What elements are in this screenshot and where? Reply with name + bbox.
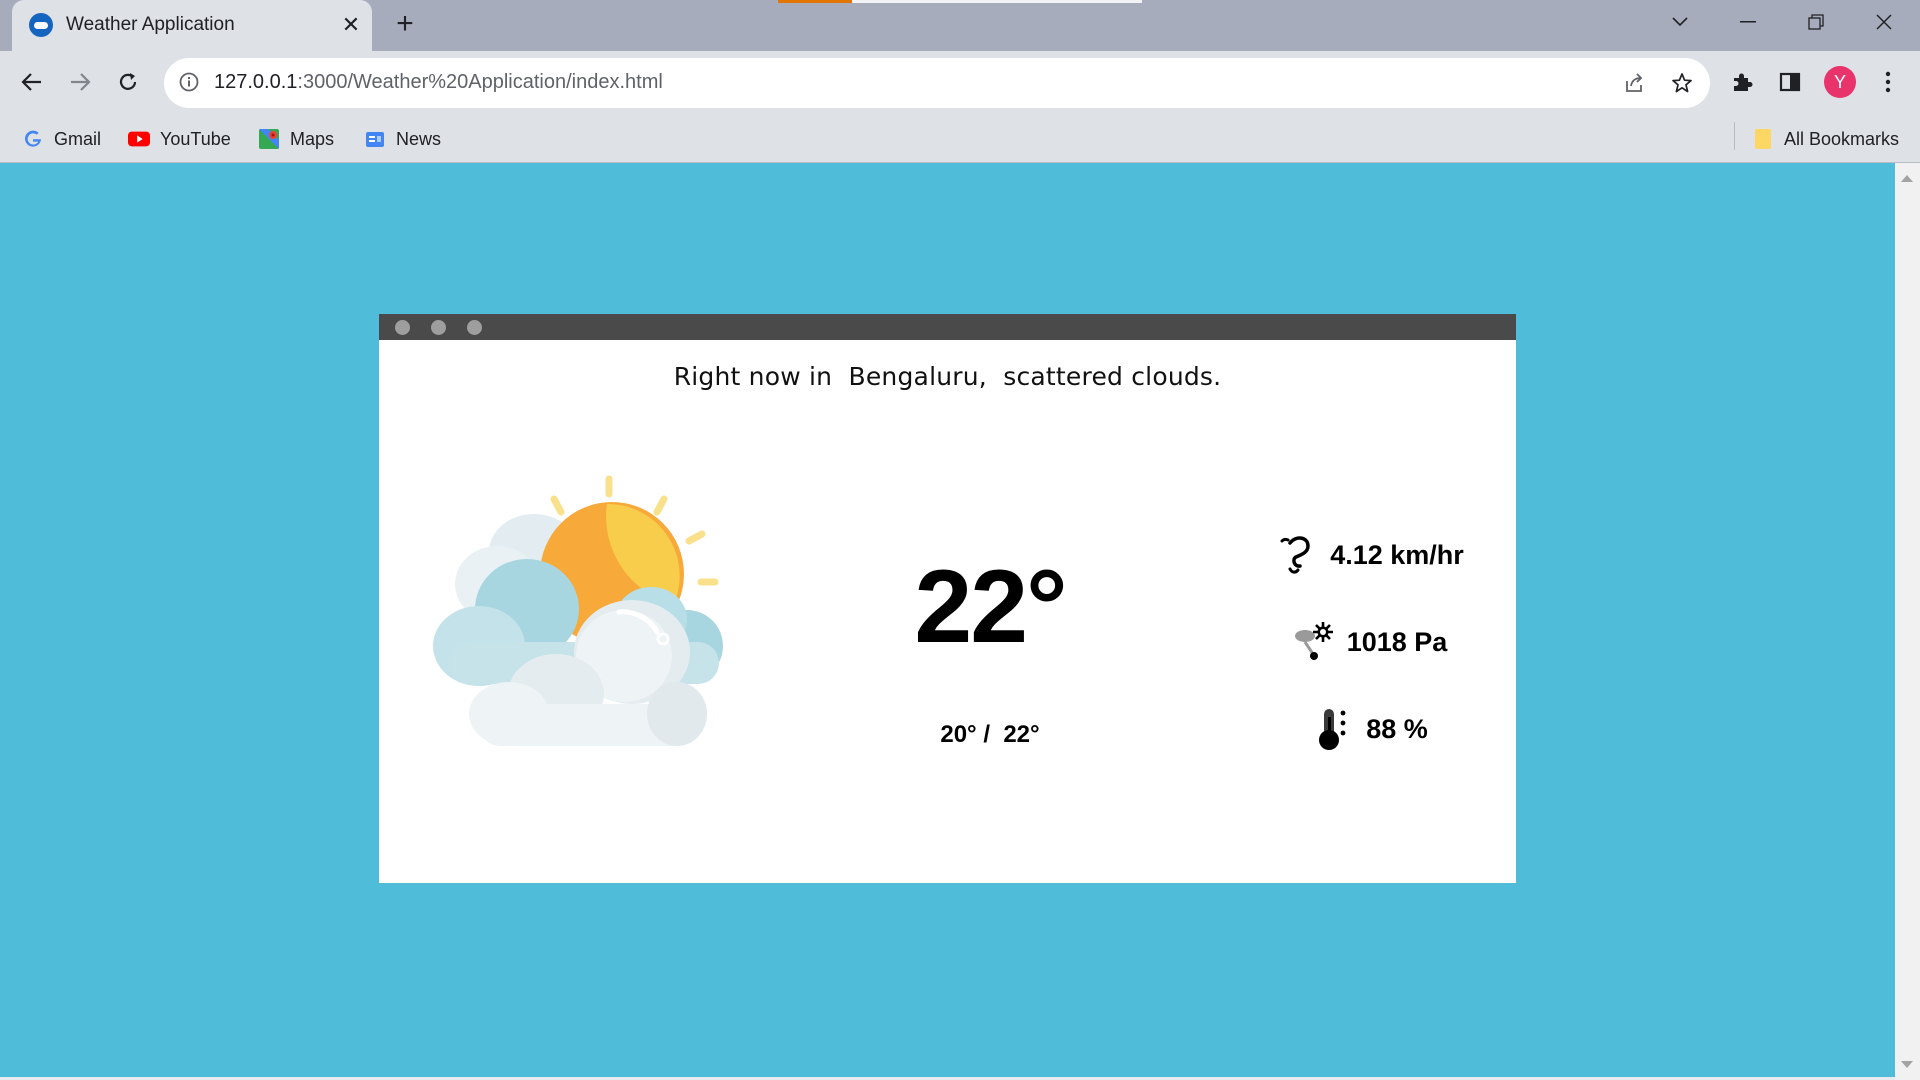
headline-prefix: Right now in: [673, 362, 841, 391]
wind-stat: 4.12 km/hr: [1239, 530, 1499, 580]
humidity-value: 88 %: [1366, 713, 1428, 744]
scroll-up-icon[interactable]: [1901, 175, 1913, 182]
close-tab-icon[interactable]: ✕: [336, 10, 366, 40]
side-panel-icon[interactable]: [1772, 64, 1808, 100]
bookmark-label: YouTube: [160, 128, 231, 149]
all-bookmarks[interactable]: All Bookmarks: [1752, 124, 1899, 154]
city-name: Bengaluru,: [848, 362, 987, 391]
pressure-value: 1018 Pa: [1346, 626, 1448, 657]
restore-icon[interactable]: [1786, 0, 1846, 44]
tab-title: Weather Application: [66, 14, 235, 35]
vertical-scrollbar[interactable]: [1895, 163, 1920, 1080]
minimize-icon[interactable]: [1718, 0, 1778, 44]
scroll-down-icon[interactable]: [1901, 1061, 1913, 1068]
forward-icon[interactable]: [62, 64, 98, 100]
reload-icon[interactable]: [110, 64, 146, 100]
url-host: 127.0.0.1: [214, 71, 298, 93]
weather-condition: scattered clouds.: [1003, 362, 1222, 391]
min-max-temperature: 20° / 22°: [940, 721, 1040, 748]
bookmarks-divider: [1734, 122, 1735, 150]
news-icon: [364, 128, 386, 150]
share-icon[interactable]: [1620, 69, 1648, 97]
wind-value: 4.12 km/hr: [1330, 539, 1464, 570]
window-dot: [395, 320, 410, 335]
weather-headline: Right now in Bengaluru, scattered clouds…: [379, 362, 1516, 391]
bookmark-youtube[interactable]: YouTube: [128, 124, 231, 154]
profile-avatar[interactable]: Y: [1824, 66, 1856, 98]
card-title-bar: [379, 314, 1516, 340]
google-icon: [22, 128, 44, 150]
all-bookmarks-label: All Bookmarks: [1784, 128, 1900, 149]
bookmark-label: Maps: [290, 128, 335, 149]
new-tab-icon[interactable]: +: [390, 9, 420, 40]
maps-icon: [258, 128, 280, 150]
bookmark-news[interactable]: News: [364, 124, 441, 154]
tab-strip: Weather Application ✕ +: [0, 0, 1920, 51]
youtube-icon: [128, 128, 150, 150]
window-dot: [431, 320, 446, 335]
back-icon[interactable]: [14, 64, 50, 100]
bookmark-star-icon[interactable]: [1668, 69, 1696, 97]
address-bar[interactable]: 127.0.0.1:3000/Weather%20Application/ind…: [164, 58, 1710, 108]
menu-kebab-icon[interactable]: [1870, 64, 1906, 100]
pressure-stat: 1018 Pa: [1239, 617, 1499, 667]
current-temperature: 22°: [914, 549, 1067, 665]
bookmark-gmail[interactable]: Gmail: [22, 124, 101, 154]
loading-track: [852, 0, 1142, 3]
pressure-icon: [1291, 620, 1335, 664]
window-dot: [467, 320, 482, 335]
humidity-thermometer-icon: [1310, 707, 1354, 751]
close-window-icon[interactable]: [1854, 0, 1914, 44]
site-info-icon[interactable]: [178, 71, 202, 95]
url-text[interactable]: 127.0.0.1:3000/Weather%20Application/ind…: [214, 71, 663, 94]
bookmark-label: News: [396, 128, 442, 149]
extensions-icon[interactable]: [1724, 64, 1760, 100]
wind-icon: [1274, 533, 1318, 577]
tab-search-icon[interactable]: [1650, 0, 1710, 44]
humidity-stat: 88 %: [1239, 704, 1499, 754]
weather-favicon-icon: [29, 13, 53, 37]
folder-icon: [1752, 128, 1774, 150]
weather-card: Right now in Bengaluru, scattered clouds…: [379, 314, 1516, 883]
loading-indicator: [778, 0, 852, 3]
bookmarks-bar: Gmail YouTube Maps News All Bookmarks: [0, 118, 1920, 162]
bookmark-label: Gmail: [54, 128, 102, 149]
url-path: :3000/Weather%20Application/index.html: [297, 71, 663, 93]
active-tab[interactable]: Weather Application ✕: [12, 0, 372, 51]
sun-behind-clouds-icon: [419, 464, 749, 754]
bookmark-maps[interactable]: Maps: [258, 124, 334, 154]
